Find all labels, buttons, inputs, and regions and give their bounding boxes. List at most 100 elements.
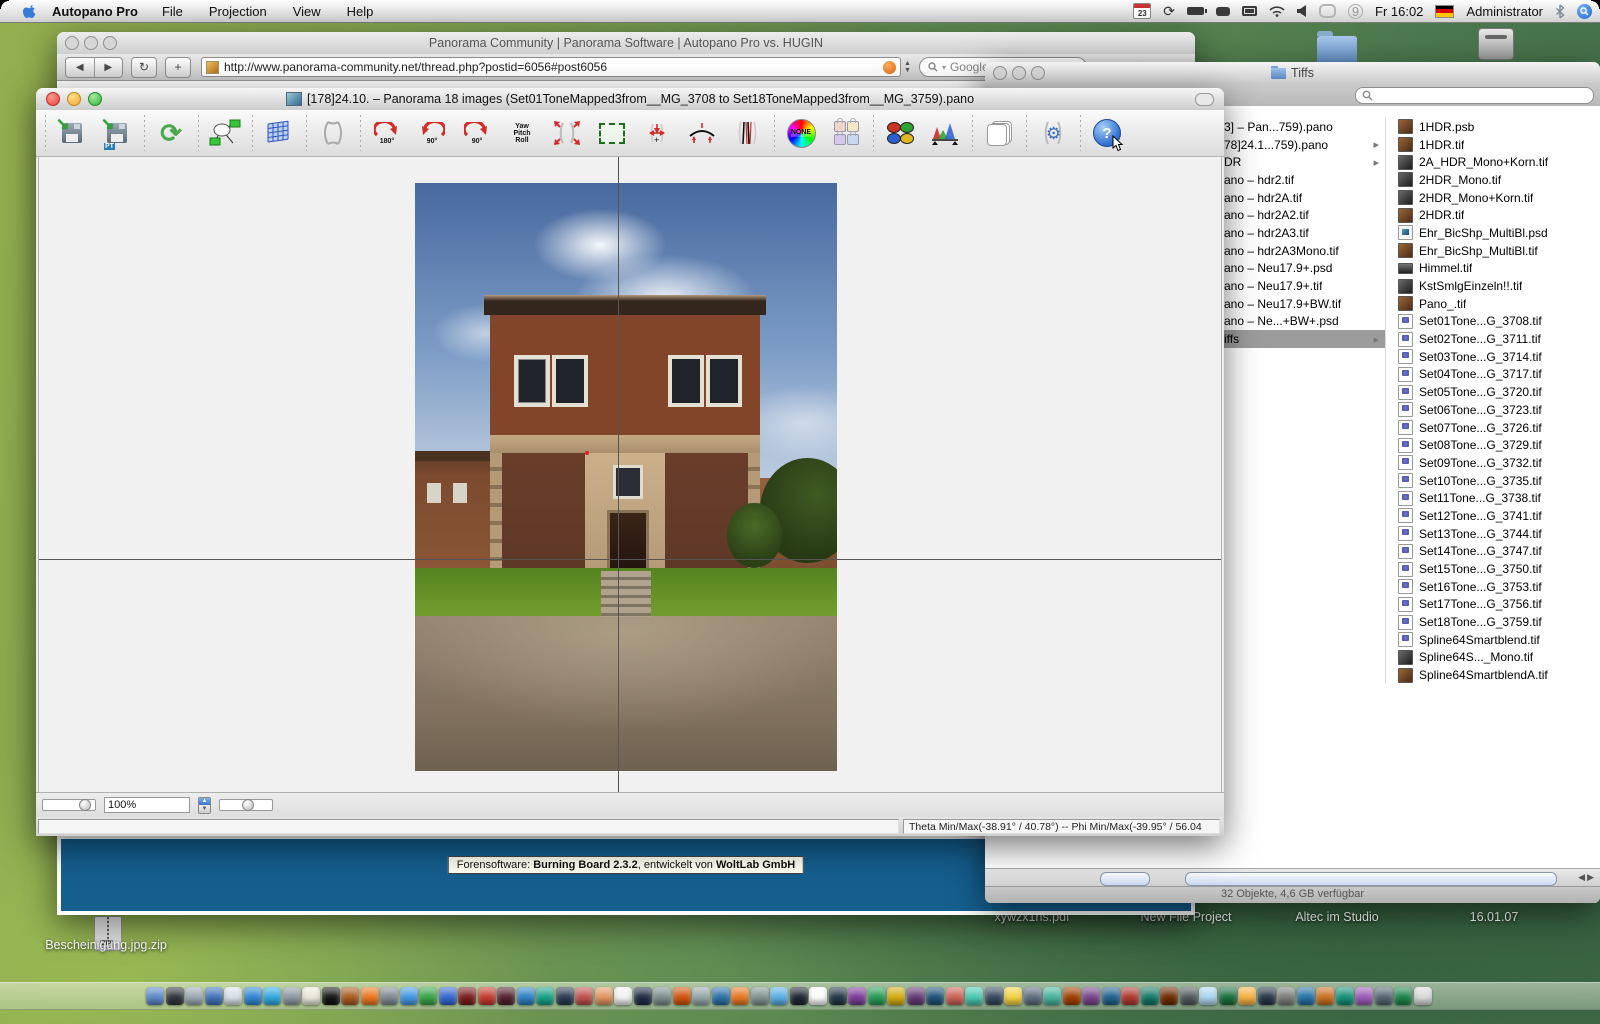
dock-icon[interactable]: [1102, 987, 1120, 1005]
dock-icon[interactable]: [185, 987, 203, 1005]
finder-column-files[interactable]: 1HDR.psb1HDR.tif2A_HDR_Mono+Korn.tif2HDR…: [1385, 118, 1585, 684]
finder-titlebar[interactable]: Tiffs: [985, 62, 1600, 85]
dock-icon[interactable]: [712, 987, 730, 1005]
dock-icon[interactable]: [634, 987, 652, 1005]
dock-icon[interactable]: [1414, 987, 1432, 1005]
file-list-item[interactable]: 2HDR_Mono+Korn.tif: [1386, 189, 1585, 207]
color-correction-button[interactable]: [882, 114, 918, 152]
file-list-item[interactable]: Set05Tone...G_3720.tif: [1386, 383, 1585, 401]
dock-icon[interactable]: [614, 987, 632, 1005]
dock-icon[interactable]: [1394, 987, 1412, 1005]
display-icon[interactable]: [1242, 6, 1257, 16]
dock-icon[interactable]: [673, 987, 691, 1005]
dock-icon[interactable]: [1024, 987, 1042, 1005]
file-list-item[interactable]: 2HDR.tif: [1386, 206, 1585, 224]
dock-icon[interactable]: [790, 987, 808, 1005]
dock-icon[interactable]: [439, 987, 457, 1005]
dock-icon[interactable]: [517, 987, 535, 1005]
german-flag-icon[interactable]: [1435, 5, 1454, 18]
grid-button[interactable]: [261, 114, 297, 152]
panorama-image[interactable]: [415, 183, 837, 771]
file-list-item[interactable]: Set11Tone...G_3738.tif: [1386, 489, 1585, 507]
file-list-item[interactable]: Spline64S..._Mono.tif: [1386, 649, 1585, 667]
refresh-button[interactable]: ⟳: [153, 114, 189, 152]
reload-button[interactable]: ↻: [131, 57, 157, 78]
dock-icon[interactable]: [361, 987, 379, 1005]
menu-help[interactable]: Help: [347, 4, 374, 19]
dock-icon[interactable]: [1004, 987, 1022, 1005]
file-list-item[interactable]: Set12Tone...G_3741.tif: [1386, 507, 1585, 525]
file-list-item[interactable]: Set17Tone...G_3756.tif: [1386, 596, 1585, 614]
horizon-button[interactable]: [684, 114, 720, 152]
levels-button[interactable]: [927, 114, 963, 152]
autopano-titlebar[interactable]: [178]24.10. – Panorama 18 images (Set01T…: [36, 88, 1224, 111]
horizontal-scrollbar[interactable]: [1100, 872, 1150, 886]
zoom-stepper[interactable]: ▲▼: [198, 797, 211, 814]
step-down-icon[interactable]: ▼: [199, 805, 210, 813]
dock-icon[interactable]: [1121, 987, 1139, 1005]
dock-icon[interactable]: [1336, 987, 1354, 1005]
rotate-180-button[interactable]: 180°: [369, 114, 405, 152]
dock-icon[interactable]: [146, 987, 164, 1005]
finder-search-field[interactable]: [1355, 87, 1594, 104]
dock-icon[interactable]: [497, 987, 515, 1005]
file-list-item[interactable]: Set15Tone...G_3750.tif: [1386, 560, 1585, 578]
dock-icon[interactable]: [244, 987, 262, 1005]
rotate-90-ccw-button[interactable]: 90°: [414, 114, 450, 152]
file-list-item[interactable]: Set04Tone...G_3717.tif: [1386, 366, 1585, 384]
browser-titlebar[interactable]: Panorama Community | Panorama Software |…: [57, 32, 1195, 55]
yaw-pitch-roll-button[interactable]: YawPitchRoll: [504, 114, 540, 152]
dock-icon[interactable]: [1063, 987, 1081, 1005]
file-list-item[interactable]: Set07Tone...G_3726.tif: [1386, 419, 1585, 437]
file-list-item[interactable]: 2HDR_Mono.tif: [1386, 171, 1585, 189]
volume-icon[interactable]: [1297, 3, 1307, 19]
dock-icon[interactable]: [1160, 987, 1178, 1005]
dock-icon[interactable]: [400, 987, 418, 1005]
binoculars-icon[interactable]: [1216, 7, 1230, 16]
file-list-item[interactable]: 2A_HDR_Mono+Korn.tif: [1386, 153, 1585, 171]
control-points-button[interactable]: [207, 114, 243, 152]
active-app-name[interactable]: Autopano Pro: [52, 4, 138, 19]
file-list-item[interactable]: Ehr_BicShp_MultiBl.tif: [1386, 242, 1585, 260]
horizontal-scrollbar[interactable]: [1185, 872, 1557, 886]
autofill-stepper[interactable]: ▲▼: [904, 60, 911, 74]
dock-icon[interactable]: [848, 987, 866, 1005]
file-list-item[interactable]: Set06Tone...G_3723.tif: [1386, 401, 1585, 419]
slider-thumb[interactable]: [79, 799, 91, 811]
toolbar-toggle-button[interactable]: [1195, 93, 1214, 106]
dock-icon[interactable]: [341, 987, 359, 1005]
spotlight-icon[interactable]: [1577, 4, 1592, 19]
desktop-file-label[interactable]: 16.01.07: [1470, 910, 1519, 924]
add-bookmark-button[interactable]: +: [165, 57, 191, 78]
file-list-item[interactable]: 1HDR.psb: [1386, 118, 1585, 136]
forward-icon[interactable]: ▶: [95, 58, 123, 77]
file-list-item[interactable]: Ehr_BicShp_MultiBl.psd: [1386, 224, 1585, 242]
desktop-file-label[interactable]: Bescheinigung.jpg.zip: [45, 938, 167, 952]
desktop-drive-icon[interactable]: [1478, 28, 1514, 60]
menu-view[interactable]: View: [293, 4, 321, 19]
file-list-item[interactable]: Set08Tone...G_3729.tif: [1386, 436, 1585, 454]
desktop-folder-icon[interactable]: [1317, 36, 1357, 64]
file-list-item[interactable]: Set02Tone...G_3711.tif: [1386, 330, 1585, 348]
dock-icon[interactable]: [829, 987, 847, 1005]
dock-icon[interactable]: [1219, 987, 1237, 1005]
crop-button[interactable]: [594, 114, 630, 152]
file-list-item[interactable]: Set13Tone...G_3744.tif: [1386, 525, 1585, 543]
file-list-item[interactable]: Set14Tone...G_3747.tif: [1386, 543, 1585, 561]
file-list-item[interactable]: Set16Tone...G_3753.tif: [1386, 578, 1585, 596]
center-button[interactable]: +: [639, 114, 675, 152]
dock-icon[interactable]: [302, 987, 320, 1005]
dock-icon[interactable]: [205, 987, 223, 1005]
dock-icon[interactable]: [653, 987, 671, 1005]
dock-icon[interactable]: [1199, 987, 1217, 1005]
dock-icon[interactable]: [536, 987, 554, 1005]
dock-icon[interactable]: [692, 987, 710, 1005]
file-list-item[interactable]: 1HDR.tif: [1386, 136, 1585, 154]
dock-icon[interactable]: [1375, 987, 1393, 1005]
apple-menu-icon[interactable]: [22, 4, 36, 19]
dock-icon[interactable]: [1277, 987, 1295, 1005]
save-pt-button[interactable]: ↘PT: [99, 114, 135, 152]
dock-icon[interactable]: [458, 987, 476, 1005]
chat-bubble-icon[interactable]: [1319, 4, 1336, 18]
classic-9-icon[interactable]: 9: [1348, 4, 1363, 19]
